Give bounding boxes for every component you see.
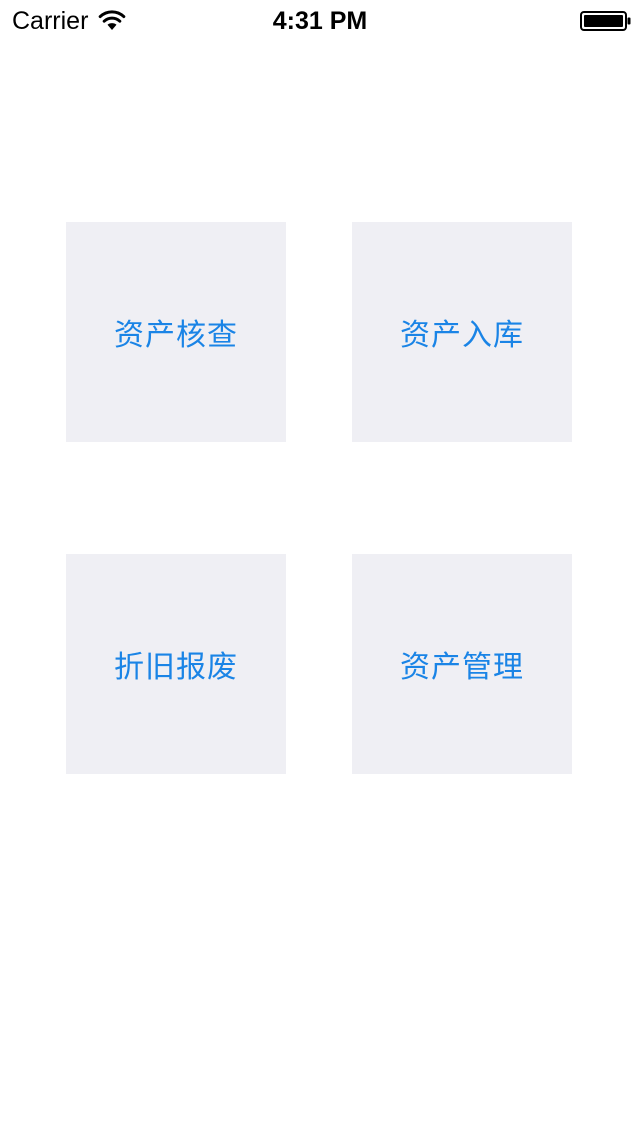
depreciation-scrap-label: 折旧报废: [114, 651, 238, 684]
asset-storage-button[interactable]: 资产入库: [352, 222, 572, 442]
asset-management-button[interactable]: 资产管理: [352, 554, 572, 774]
status-time: 4:31 PM: [272, 7, 368, 35]
battery-icon: [580, 11, 631, 31]
asset-check-label: 资产核查: [114, 319, 238, 352]
status-bar: Carrier 4:31 PM: [0, 0, 640, 40]
asset-management-label: 资产管理: [400, 651, 524, 684]
asset-check-button[interactable]: 资产核查: [66, 222, 286, 442]
asset-storage-label: 资产入库: [400, 319, 524, 352]
depreciation-scrap-button[interactable]: 折旧报废: [66, 554, 286, 774]
